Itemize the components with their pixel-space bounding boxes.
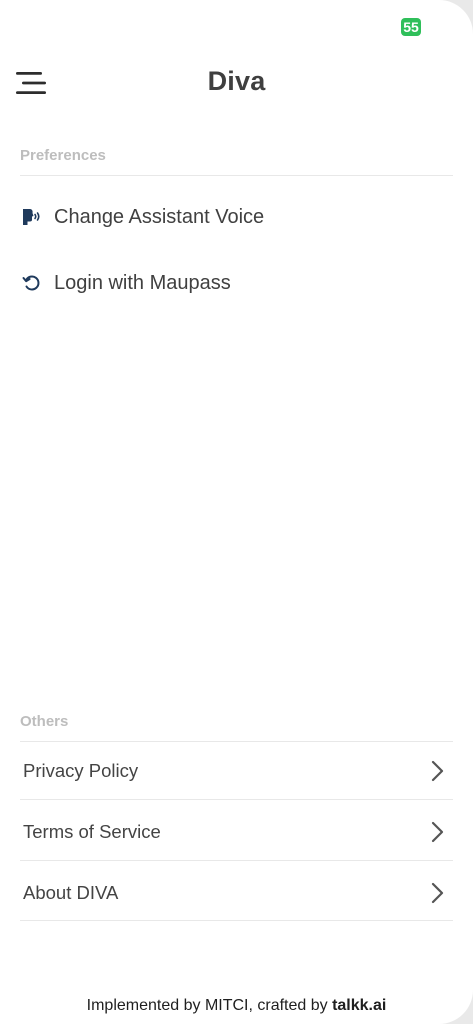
chevron-right-icon bbox=[431, 821, 444, 843]
status-bar: 55 bbox=[401, 18, 421, 38]
footer-credits: Implemented by MITCI, crafted by talkk.a… bbox=[0, 997, 473, 1015]
row-divider bbox=[20, 920, 453, 921]
about-diva-item[interactable]: About DIVA bbox=[20, 863, 453, 923]
footer-brand-link[interactable]: talkk.ai bbox=[332, 997, 386, 1014]
footer-prefix: Implemented by MITCI, crafted by bbox=[86, 997, 333, 1014]
change-assistant-voice-label: Change Assistant Voice bbox=[54, 205, 265, 228]
battery-level-badge: 55 bbox=[401, 18, 421, 36]
change-assistant-voice-item[interactable]: Change Assistant Voice bbox=[20, 195, 453, 239]
refresh-arrow-icon bbox=[21, 272, 43, 294]
app-header: Diva bbox=[0, 60, 473, 108]
row-divider bbox=[20, 860, 453, 861]
page-title: Diva bbox=[207, 66, 266, 96]
row-divider bbox=[20, 799, 453, 800]
terms-of-service-item[interactable]: Terms of Service bbox=[20, 802, 453, 862]
others-section-label: Others bbox=[20, 713, 69, 730]
app-screen: 55 Diva Preferences Change Assistant Voi… bbox=[0, 0, 473, 1024]
speaking-head-icon bbox=[21, 206, 43, 228]
login-with-maupass-label: Login with Maupass bbox=[54, 271, 231, 294]
preferences-section-label: Preferences bbox=[20, 147, 106, 164]
about-diva-label: About DIVA bbox=[23, 882, 119, 903]
preferences-divider bbox=[20, 175, 453, 176]
chevron-right-icon bbox=[431, 760, 444, 782]
login-with-maupass-item[interactable]: Login with Maupass bbox=[20, 261, 453, 305]
chevron-right-icon bbox=[431, 882, 444, 904]
privacy-policy-item[interactable]: Privacy Policy bbox=[20, 741, 453, 801]
terms-of-service-label: Terms of Service bbox=[23, 821, 161, 842]
privacy-policy-label: Privacy Policy bbox=[23, 760, 139, 781]
